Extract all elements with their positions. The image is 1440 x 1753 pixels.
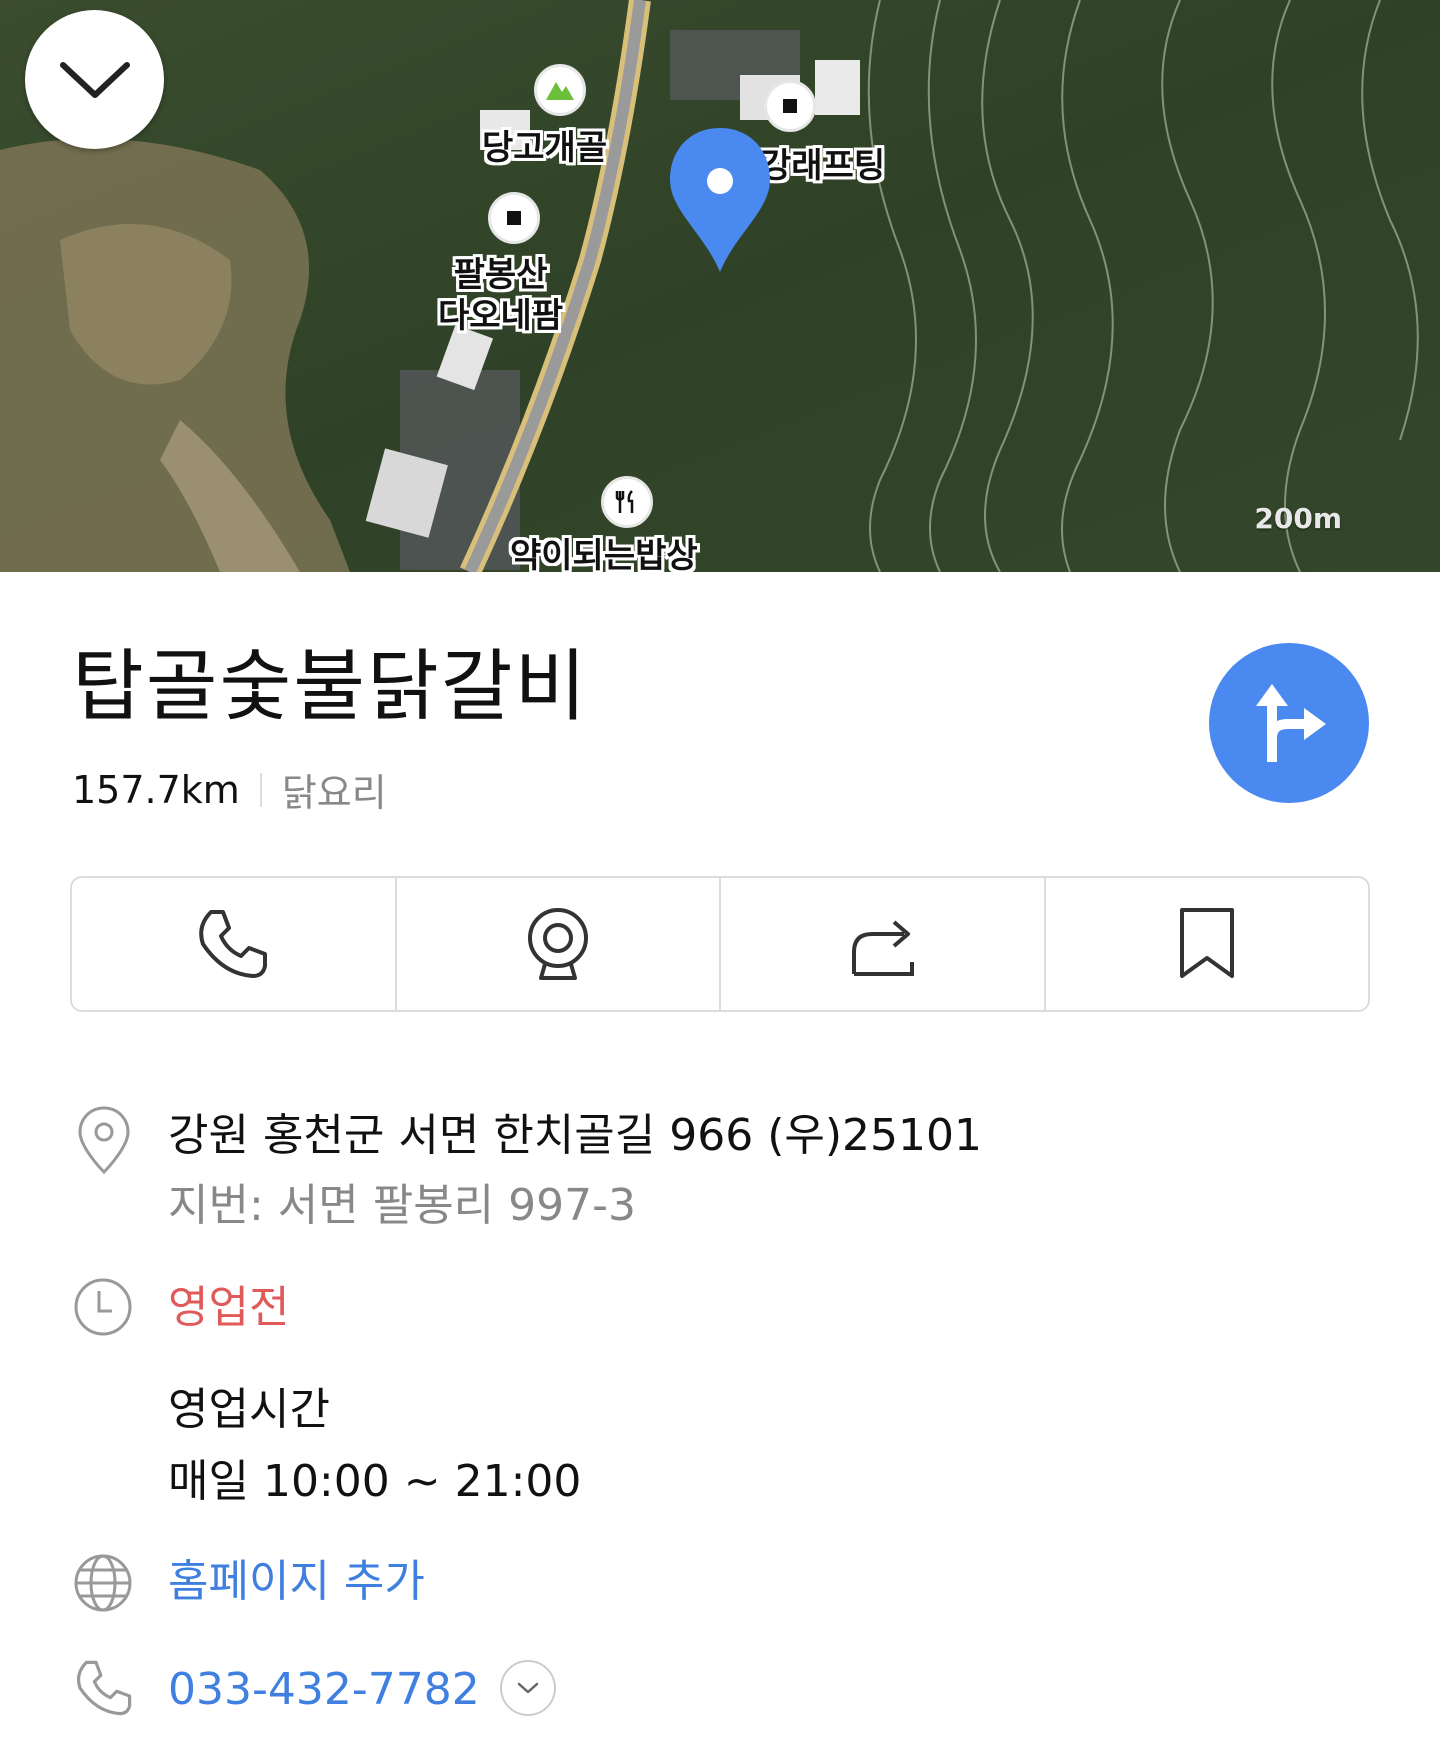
hours-title: 영업시간: [168, 1384, 330, 1435]
globe-icon: [74, 1554, 132, 1612]
map-label-line: 팔봉산: [453, 255, 548, 295]
roadview-button[interactable]: [397, 878, 721, 1010]
location-marker-icon: [78, 1106, 130, 1175]
map-scale-label: 200m: [1254, 502, 1342, 535]
place-title: 탑골숯불닭갈비: [72, 642, 589, 732]
map-label-danggogaegol[interactable]: 당고개골: [482, 128, 607, 169]
meta-divider: [259, 772, 262, 807]
map-view[interactable]: 당고개골 강래프팅 팔봉산 다오네팜 약이되는밥상 200m: [0, 0, 1440, 572]
bookmark-button[interactable]: [1046, 878, 1369, 1010]
clock-icon: [74, 1278, 132, 1336]
chevron-down-icon: [59, 61, 130, 98]
hours-text: 매일 10:00 ~ 21:00: [168, 1456, 582, 1507]
collapse-button[interactable]: [25, 10, 164, 149]
location-pin-icon: [670, 128, 770, 272]
address-text[interactable]: 강원 홍천군 서면 한치골길 966 (우)25101: [168, 1114, 982, 1158]
add-homepage-link[interactable]: 홈페이지 추가: [168, 1560, 425, 1604]
roadview-icon: [527, 908, 588, 980]
map-label-restaurant[interactable]: 약이되는밥상: [510, 536, 698, 572]
directions-icon: [1256, 684, 1326, 762]
chevron-down-icon: [517, 1682, 539, 1694]
place-category: 닭요리: [281, 771, 387, 815]
place-distance: 157.7km: [72, 767, 240, 812]
call-button[interactable]: [72, 878, 397, 1010]
satellite-map-image: [0, 0, 1440, 572]
share-button[interactable]: [721, 878, 1046, 1010]
mountain-icon[interactable]: [534, 64, 586, 116]
map-label-line: 다오네팜: [438, 295, 564, 336]
bookmark-icon: [1179, 908, 1234, 978]
restaurant-icon[interactable]: [601, 476, 653, 528]
lot-address-text: 지번: 서면 팔봉리 997-3: [168, 1180, 636, 1231]
business-status: 영업전: [168, 1282, 290, 1333]
place-meta: 157.7km 닭요리: [72, 762, 387, 817]
expand-phone-button[interactable]: [500, 1660, 556, 1716]
share-icon: [852, 920, 915, 976]
poi-square-icon[interactable]: [488, 192, 540, 244]
phone-icon: [77, 1660, 132, 1716]
phone-number-link[interactable]: 033-432-7782: [168, 1668, 480, 1712]
map-label-palbongsan[interactable]: 팔봉산 다오네팜: [438, 255, 563, 337]
map-label-rafting[interactable]: 강래프팅: [760, 146, 885, 187]
phone-icon: [199, 910, 268, 978]
directions-button[interactable]: [1209, 643, 1369, 803]
action-bar: [70, 876, 1370, 1012]
